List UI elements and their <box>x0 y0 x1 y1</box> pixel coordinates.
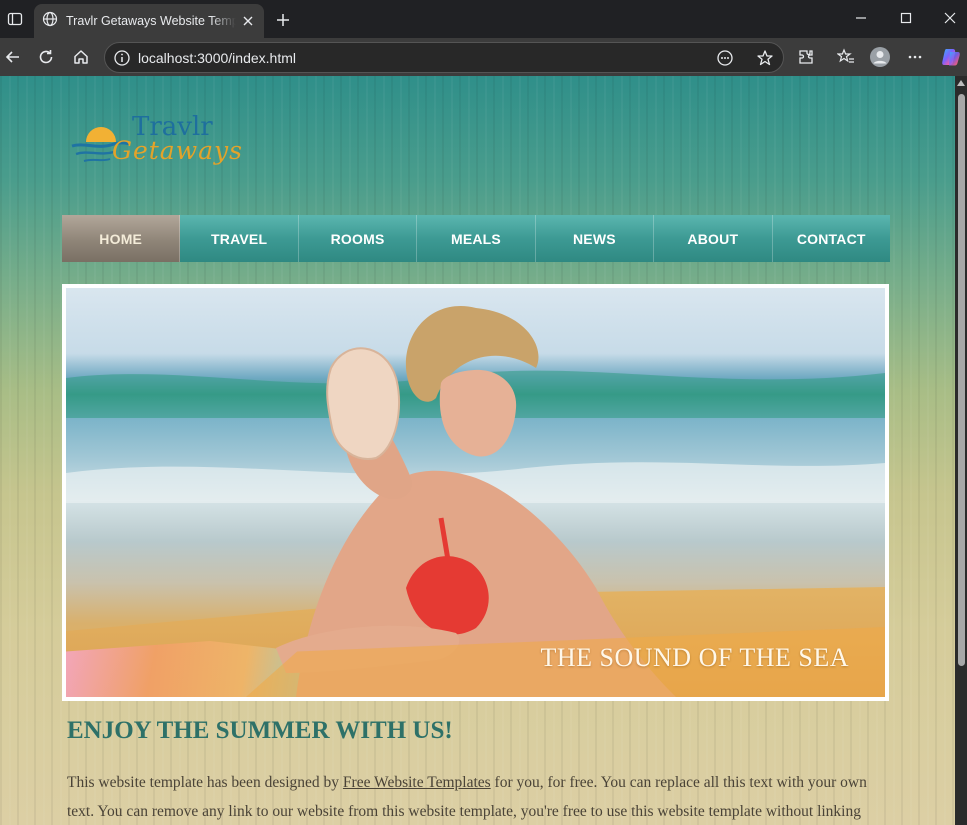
url-text[interactable]: localhost:3000/index.html <box>138 50 296 66</box>
page-headline: Enjoy the summer with us! <box>67 717 453 744</box>
nav-travel[interactable]: Travel <box>180 215 299 262</box>
profile-icon[interactable] <box>867 44 893 70</box>
intro-text-start: This website template has been designed … <box>67 774 343 791</box>
nav-contact[interactable]: Contact <box>772 215 890 262</box>
nav-rooms[interactable]: Rooms <box>298 215 418 262</box>
info-icon[interactable] <box>113 49 131 67</box>
hero-image: The sound of the sea <box>66 288 885 697</box>
minimize-icon[interactable] <box>848 6 874 30</box>
page-scrollbar[interactable] <box>955 76 967 825</box>
close-window-icon[interactable] <box>937 6 963 30</box>
back-icon[interactable] <box>0 44 26 70</box>
browser-tab[interactable]: Travlr Getaways Website Template <box>34 4 264 38</box>
nav-meals[interactable]: Meals <box>417 215 536 262</box>
extensions-icon[interactable] <box>793 44 819 70</box>
free-website-templates-link[interactable]: Free Website Templates <box>343 774 491 791</box>
address-bar[interactable]: localhost:3000/index.html <box>104 42 784 73</box>
scroll-up-icon[interactable] <box>957 80 965 86</box>
plus-icon[interactable] <box>272 9 294 31</box>
tab-title: Travlr Getaways Website Template <box>66 14 236 28</box>
globe-icon <box>42 11 58 32</box>
hero-banner: The sound of the sea <box>62 284 889 701</box>
more-icon[interactable] <box>902 44 928 70</box>
favorites-icon[interactable] <box>833 44 859 70</box>
home-icon[interactable] <box>68 44 94 70</box>
star-icon[interactable] <box>755 48 775 68</box>
nav-about[interactable]: About <box>654 215 773 262</box>
tab-bar: Travlr Getaways Website Template <box>0 0 967 38</box>
copilot-icon[interactable] <box>938 44 964 70</box>
hero-caption: The sound of the sea <box>540 643 849 672</box>
maximize-icon[interactable] <box>893 6 919 30</box>
close-icon[interactable] <box>240 13 256 29</box>
sidebar-icon[interactable] <box>4 8 26 30</box>
main-nav: Home Travel Rooms Meals News About Conta… <box>62 215 890 262</box>
logo-text-bottom: Getaways <box>112 136 243 165</box>
intro-paragraph: This website template has been designed … <box>67 768 877 825</box>
reload-icon[interactable] <box>33 44 59 70</box>
woman-with-shell-image <box>276 306 676 697</box>
nav-home[interactable]: Home <box>62 215 181 262</box>
nav-news[interactable]: News <box>535 215 655 262</box>
scrollbar-thumb[interactable] <box>958 94 965 666</box>
browser-toolbar: localhost:3000/index.html <box>0 38 967 76</box>
reader-icon[interactable] <box>715 48 735 68</box>
site-logo[interactable]: Travlr Getaways <box>70 112 250 172</box>
